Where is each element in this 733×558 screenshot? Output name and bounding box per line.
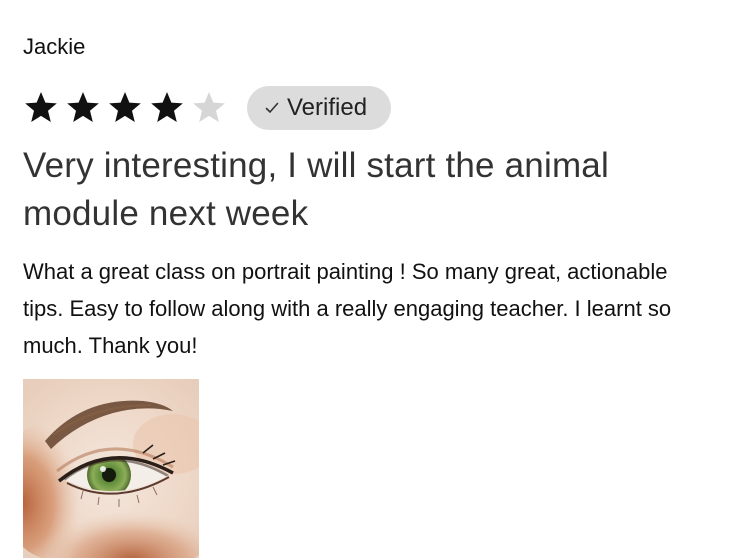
- star-filled-icon: [149, 90, 185, 126]
- review-body: What a great class on portrait painting …: [23, 259, 672, 358]
- star-empty-icon: [191, 90, 227, 126]
- review-photo[interactable]: [23, 379, 199, 558]
- reviewer-name: Jackie: [23, 34, 86, 59]
- rating-row: Verified: [23, 86, 392, 130]
- star-filled-icon: [65, 90, 101, 126]
- star-filled-icon: [107, 90, 143, 126]
- star-rating: [23, 90, 227, 126]
- review-title: Very interesting, I will start the anima…: [23, 146, 609, 233]
- star-filled-icon: [23, 90, 59, 126]
- eye-painting-image: [23, 379, 199, 558]
- verified-badge: Verified: [247, 86, 392, 130]
- verified-label: Verified: [287, 94, 368, 121]
- review-card: Jackie Verified Very interesting, I will…: [0, 0, 733, 558]
- check-icon: [265, 101, 279, 115]
